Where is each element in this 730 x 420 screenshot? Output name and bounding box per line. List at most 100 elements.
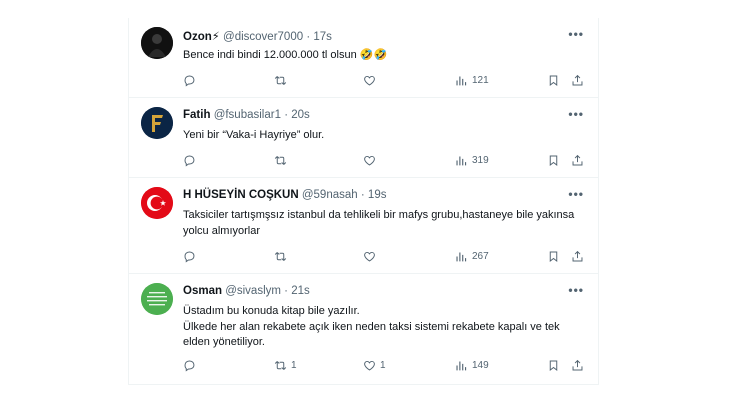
avatar[interactable] <box>141 27 173 59</box>
reply-button[interactable] <box>183 357 200 373</box>
tweet-time[interactable]: 17s <box>313 31 332 43</box>
tweet-header: Osman @sivaslym · 21s <box>183 285 310 297</box>
tweet[interactable]: Osman @sivaslym · 21s ••• Üstadım bu kon… <box>129 274 598 384</box>
retweet-count: 1 <box>291 359 297 371</box>
more-options-icon[interactable]: ••• <box>568 283 584 297</box>
reply-icon <box>184 75 195 86</box>
tweet-time[interactable]: 19s <box>368 189 387 201</box>
tweet-actions: 1 1 149 <box>183 357 586 373</box>
user-handle[interactable]: @discover7000 <box>223 31 303 43</box>
like-button[interactable] <box>363 72 380 88</box>
share-button[interactable] <box>571 152 584 168</box>
tweet-header: H HÜSEYİN COŞKUN @59nasah · 19s <box>183 189 386 201</box>
tweet-text-line: Ülkede her alan rekabete açık iken neden… <box>183 320 560 349</box>
share-button[interactable] <box>571 357 584 373</box>
tweet-time[interactable]: 21s <box>291 285 310 297</box>
tweet-header: Ozon⚡ @discover7000 · 17s <box>183 29 332 43</box>
dark-figure-icon <box>141 27 173 59</box>
retweet-icon <box>274 251 287 261</box>
tweet[interactable]: H HÜSEYİN COŞKUN @59nasah · 19s ••• Taks… <box>129 178 598 274</box>
tweet-feed: Ozon⚡ @discover7000 · 17s ••• Bence indi… <box>128 18 599 385</box>
analytics-icon <box>456 360 467 370</box>
share-button[interactable] <box>571 72 584 88</box>
avatar[interactable] <box>141 187 173 219</box>
views-button[interactable]: 149 <box>455 357 489 373</box>
more-options-icon[interactable]: ••• <box>568 27 584 41</box>
turkish-flag-icon <box>141 187 173 219</box>
tweet[interactable]: Ozon⚡ @discover7000 · 17s ••• Bence indi… <box>129 18 598 98</box>
views-count: 267 <box>472 250 489 262</box>
views-button[interactable]: 319 <box>455 152 489 168</box>
views-count: 319 <box>472 154 489 166</box>
retweet-button[interactable] <box>274 248 291 264</box>
analytics-icon <box>456 155 467 165</box>
user-handle[interactable]: @fsubasilar1 <box>214 109 281 121</box>
avatar[interactable] <box>141 283 173 315</box>
separator-dot: · <box>306 31 311 43</box>
tweet-header: Fatih @fsubasilar1 · 20s <box>183 109 310 121</box>
tweet-time[interactable]: 20s <box>291 109 310 121</box>
retweet-button[interactable] <box>274 152 291 168</box>
avatar[interactable] <box>141 107 173 139</box>
like-button[interactable]: 1 <box>363 357 386 373</box>
bookmark-button[interactable] <box>547 248 560 264</box>
heart-icon <box>364 251 375 262</box>
tweet-text: Yeni bir “Vaka-i Hayriye” olur. <box>183 129 325 141</box>
share-icon <box>572 154 583 165</box>
reply-icon <box>184 251 195 262</box>
tweet-actions: 121 <box>183 72 586 88</box>
share-button[interactable] <box>571 248 584 264</box>
views-count: 121 <box>472 74 489 86</box>
bookmark-button[interactable] <box>547 152 560 168</box>
display-name[interactable]: H HÜSEYİN COŞKUN <box>183 189 299 201</box>
heart-icon <box>364 360 375 371</box>
reply-button[interactable] <box>183 152 200 168</box>
more-options-icon[interactable]: ••• <box>568 107 584 121</box>
tweet[interactable]: Fatih @fsubasilar1 · 20s ••• Yeni bir “V… <box>129 98 598 178</box>
retweet-icon <box>274 75 287 85</box>
share-icon <box>572 250 583 261</box>
analytics-icon <box>456 251 467 261</box>
heart-icon <box>364 155 375 166</box>
retweet-icon <box>274 155 287 165</box>
tweet-text: Üstadım bu konuda kitap bile yazılır. Ül… <box>183 304 580 351</box>
separator-dot: · <box>360 189 365 201</box>
like-button[interactable] <box>363 152 380 168</box>
analytics-icon <box>456 75 467 85</box>
retweet-icon <box>274 360 287 370</box>
heart-icon <box>364 75 375 86</box>
green-text-avatar-icon <box>141 283 173 315</box>
reply-button[interactable] <box>183 72 200 88</box>
tweet-actions: 319 <box>183 152 586 168</box>
tweet-text: Taksiciler tartışmşsız istanbul da tehli… <box>183 209 575 237</box>
separator-dot: · <box>284 109 289 121</box>
bookmark-button[interactable] <box>547 357 560 373</box>
user-handle[interactable]: @59nasah <box>302 189 358 201</box>
share-icon <box>572 74 583 85</box>
views-button[interactable]: 121 <box>455 72 489 88</box>
separator-dot: · <box>284 285 289 297</box>
bookmark-button[interactable] <box>547 72 560 88</box>
retweet-button[interactable] <box>274 72 291 88</box>
tweet-actions: 267 <box>183 248 586 264</box>
reply-icon <box>184 155 195 166</box>
more-options-icon[interactable]: ••• <box>568 187 584 201</box>
reply-icon <box>184 360 195 371</box>
letter-f-logo-icon <box>141 107 173 139</box>
like-button[interactable] <box>363 248 380 264</box>
bookmark-icon <box>549 360 558 371</box>
bookmark-icon <box>549 155 558 166</box>
display-name[interactable]: Ozon⚡ <box>183 31 220 43</box>
display-name[interactable]: Fatih <box>183 109 210 121</box>
tweet-text-line: Üstadım bu konuda kitap bile yazılır. <box>183 305 360 317</box>
reply-button[interactable] <box>183 248 200 264</box>
bookmark-icon <box>549 251 558 262</box>
like-count: 1 <box>380 359 386 371</box>
retweet-button[interactable]: 1 <box>274 357 297 373</box>
user-handle[interactable]: @sivaslym <box>225 285 281 297</box>
views-count: 149 <box>472 359 489 371</box>
share-icon <box>572 359 583 370</box>
display-name[interactable]: Osman <box>183 285 222 297</box>
bookmark-icon <box>549 75 558 86</box>
views-button[interactable]: 267 <box>455 248 489 264</box>
